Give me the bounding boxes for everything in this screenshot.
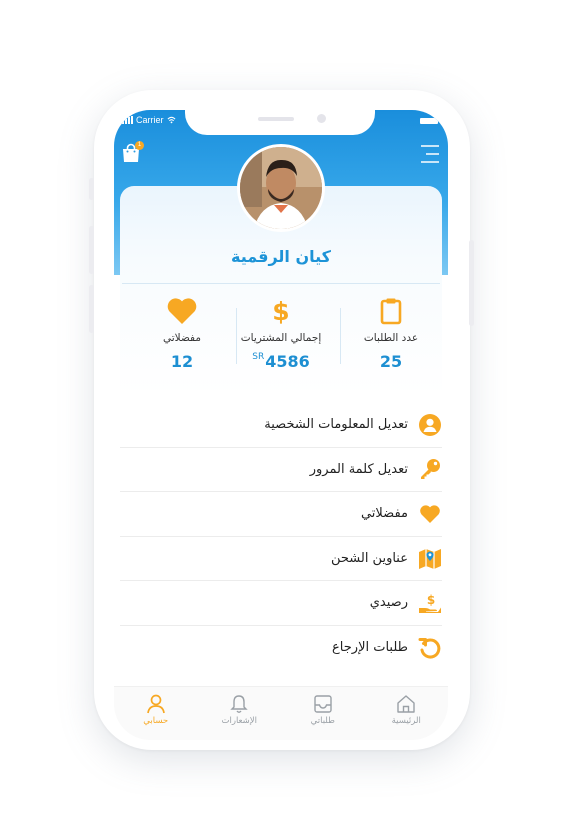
avatar-photo	[240, 147, 322, 229]
menu-item-label: تعديل المعلومات الشخصية	[264, 417, 408, 433]
tab-account[interactable]: حسابي	[114, 687, 198, 740]
home-icon	[397, 695, 415, 713]
phone-side-button	[89, 285, 94, 333]
menu-item-edit-profile[interactable]: تعديل المعلومات الشخصية	[120, 403, 442, 448]
stat-label: إجمالي المشتريات	[240, 332, 322, 344]
tab-label: الرئيسية	[391, 716, 421, 726]
stat-label: مفضلاتي	[163, 332, 201, 344]
menu-item-balance[interactable]: رصيدي $	[120, 581, 442, 626]
notch	[185, 110, 375, 135]
front-camera	[317, 114, 326, 123]
account-menu: تعديل المعلومات الشخصية تعديل كلمة المرو…	[120, 403, 442, 670]
tab-home[interactable]: الرئيسية	[365, 687, 449, 740]
tab-label: حسابي	[143, 716, 169, 726]
speaker	[258, 117, 294, 121]
divider	[122, 283, 440, 284]
tab-notifications[interactable]: الإشعارات	[198, 687, 282, 740]
tab-label: طلباتي	[310, 716, 335, 726]
bell-icon	[230, 695, 248, 713]
stat-value: 25	[379, 352, 403, 371]
signal-icon	[122, 116, 133, 124]
cart-count-badge: 1	[135, 141, 144, 150]
stat-favorites[interactable]: مفضلاتي 12	[130, 296, 234, 371]
menu-item-label: رصيدي	[369, 595, 408, 611]
currency-label: SR	[252, 352, 265, 362]
status-carrier: Carrier	[122, 115, 176, 125]
phone-side-button	[89, 226, 94, 274]
map-icon	[419, 549, 441, 570]
carrier-label: Carrier	[136, 115, 164, 125]
menu-item-label: عناوين الشحن	[330, 550, 408, 566]
stat-value: 12	[170, 352, 194, 371]
return-icon	[418, 637, 441, 659]
wifi-icon	[167, 116, 175, 124]
key-icon	[421, 459, 440, 480]
clipboard-icon	[380, 298, 402, 325]
tab-orders[interactable]: طلباتي	[281, 687, 365, 740]
phone-side-button	[469, 240, 474, 326]
avatar[interactable]	[237, 144, 325, 232]
menu-item-label: مفضلاتي	[360, 506, 408, 522]
hamburger-menu-icon[interactable]	[417, 142, 441, 166]
app-screen: Carrier 1 كيان الرقمية مفضلاتي 12 $ إجما…	[114, 110, 448, 740]
menu-item-label: تعديل كلمة المرور	[309, 461, 408, 477]
menu-item-change-password[interactable]: تعديل كلمة المرور	[120, 448, 442, 492]
svg-text:$: $	[272, 297, 289, 326]
battery-icon	[420, 118, 438, 124]
inbox-icon	[314, 695, 332, 713]
menu-item-shipping-addresses[interactable]: عناوين الشحن	[120, 537, 442, 581]
menu-item-favorites[interactable]: مفضلاتي	[120, 492, 442, 537]
svg-text:$: $	[427, 593, 435, 607]
menu-item-return-requests[interactable]: طلبات الإرجاع	[120, 626, 442, 671]
user-icon	[419, 413, 441, 436]
stat-orders-count[interactable]: عدد الطلبات 25	[339, 296, 443, 371]
stat-value: SR4586	[252, 352, 310, 371]
menu-item-label: طلبات الإرجاع	[332, 640, 408, 656]
profile-name: كيان الرقمية	[231, 247, 331, 266]
bottom-tab-bar: حسابي الإشعارات طلباتي الرئيسية	[114, 686, 448, 740]
dollar-icon: $	[272, 297, 289, 326]
user-icon	[146, 694, 165, 714]
tab-label: الإشعارات	[221, 716, 258, 726]
heart-icon	[420, 505, 440, 523]
phone-side-button	[89, 178, 94, 200]
wallet-hand-icon: $	[419, 593, 441, 613]
stat-total-purchases[interactable]: $ إجمالي المشتريات SR4586	[229, 296, 333, 371]
heart-icon	[167, 298, 197, 324]
stat-label: عدد الطلبات	[363, 332, 419, 344]
